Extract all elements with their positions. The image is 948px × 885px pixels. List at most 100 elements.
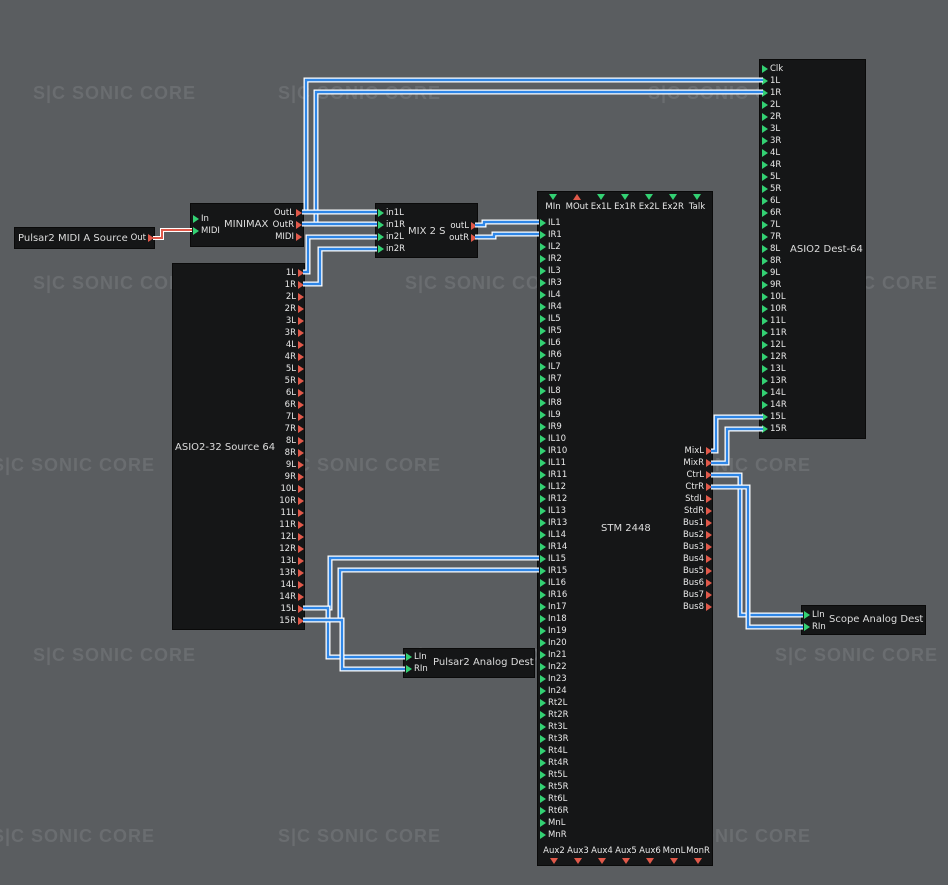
output-port-10r[interactable] [298,497,304,505]
input-port-4l[interactable] [762,149,768,157]
input-port-ir8[interactable] [540,399,546,407]
input-port-il10[interactable] [540,435,546,443]
output-port-5l[interactable] [298,365,304,373]
output-port-midi[interactable] [296,233,302,241]
output-port-5r[interactable] [298,377,304,385]
wire-stm-ctrr-scope-rin[interactable] [711,484,803,630]
input-port-ex2l[interactable] [645,194,653,200]
input-port-8l[interactable] [762,245,768,253]
input-port-2r[interactable] [762,113,768,121]
output-port-ctrr[interactable] [706,483,712,491]
input-port-6l[interactable] [762,197,768,205]
input-port-rt2l[interactable] [540,699,546,707]
input-port-min[interactable] [549,194,557,200]
output-port-9l[interactable] [298,461,304,469]
input-port-in24[interactable] [540,687,546,695]
input-port-il12[interactable] [540,483,546,491]
input-port-il15[interactable] [540,555,546,563]
output-port-7r[interactable] [298,425,304,433]
output-port-aux2[interactable] [550,858,558,864]
input-port-in18[interactable] [540,615,546,623]
input-port-il1[interactable] [540,219,546,227]
input-port-4r[interactable] [762,161,768,169]
output-port-outr[interactable] [471,234,477,242]
input-port-2l[interactable] [762,101,768,109]
output-port-monr[interactable] [694,858,702,864]
wire-asio-15l-pulsar-lin[interactable] [303,605,405,660]
input-port-midi[interactable] [193,227,199,235]
input-port-12r[interactable] [762,353,768,361]
input-port-3r[interactable] [762,137,768,145]
output-port-1l[interactable] [298,269,304,277]
input-port-15l[interactable] [762,413,768,421]
output-port-bus2[interactable] [706,531,712,539]
wire-asio-15l-stm-il15[interactable] [303,555,539,611]
output-port-aux4[interactable] [598,858,606,864]
input-port-in[interactable] [193,215,199,223]
output-port-bus4[interactable] [706,555,712,563]
input-port-12l[interactable] [762,341,768,349]
input-port-ir13[interactable] [540,519,546,527]
output-port-8l[interactable] [298,437,304,445]
input-port-ir14[interactable] [540,543,546,551]
output-port-11r[interactable] [298,521,304,529]
input-port-il9[interactable] [540,411,546,419]
input-port-ir6[interactable] [540,351,546,359]
input-port-il5[interactable] [540,315,546,323]
input-port-rt4l[interactable] [540,747,546,755]
output-port-6r[interactable] [298,401,304,409]
output-port-stdr[interactable] [706,507,712,515]
wire-asio-15r-stm-ir15[interactable] [303,567,539,623]
input-port-in22[interactable] [540,663,546,671]
output-port-aux6[interactable] [646,858,654,864]
module-asio2-32-source-64[interactable]: ASIO2-32 Source 64 1L 1R 2L 2R 3L 3R 4L 4R 5L 5R 6… [172,263,305,630]
input-port-ex1l[interactable] [597,194,605,200]
input-port-1l[interactable] [762,77,768,85]
wire-stm-mixl-asio-15l[interactable] [711,414,763,454]
input-port-13l[interactable] [762,365,768,373]
input-port-5l[interactable] [762,173,768,181]
input-port-il2[interactable] [540,243,546,251]
wire-mix-outl-stm-il1[interactable] [475,219,539,228]
input-port-3l[interactable] [762,125,768,133]
input-port-talk[interactable] [693,194,701,200]
output-port-4r[interactable] [298,353,304,361]
output-port-11l[interactable] [298,509,304,517]
input-port-rt5l[interactable] [540,771,546,779]
output-port-9r[interactable] [298,473,304,481]
module-minimax[interactable]: MINIMAX In MIDI OutL OutR MIDI [190,203,304,247]
input-port-ir7[interactable] [540,375,546,383]
output-port-12l[interactable] [298,533,304,541]
output-port-1r[interactable] [298,281,304,289]
wire-asio-15r-pulsar-rin[interactable] [303,617,405,672]
output-port-ctrl[interactable] [706,471,712,479]
output-port-bus6[interactable] [706,579,712,587]
input-port-ir12[interactable] [540,495,546,503]
input-port-mnr[interactable] [540,831,546,839]
input-port-10l[interactable] [762,293,768,301]
input-port-mnl[interactable] [540,819,546,827]
input-port-clk[interactable] [762,65,768,73]
output-port-6l[interactable] [298,389,304,397]
output-port-out[interactable] [148,234,154,242]
input-port-11l[interactable] [762,317,768,325]
input-port-il8[interactable] [540,387,546,395]
wire-midi-source-minimax-midi[interactable] [153,228,192,240]
input-port-ir11[interactable] [540,471,546,479]
input-port-11r[interactable] [762,329,768,337]
output-port-bus3[interactable] [706,543,712,551]
output-port-mixr[interactable] [706,459,712,467]
input-port-in23[interactable] [540,675,546,683]
output-port-10l[interactable] [298,485,304,493]
output-port-13l[interactable] [298,557,304,565]
wire-stm-ctrl-scope-lin[interactable] [711,472,803,618]
input-port-ir2[interactable] [540,255,546,263]
output-port-aux3[interactable] [574,858,582,864]
input-port-ir3[interactable] [540,279,546,287]
input-port-13r[interactable] [762,377,768,385]
output-port-bus8[interactable] [706,603,712,611]
module-asio2-dest-64[interactable]: ASIO2 Dest-64 Clk 1L 1R 2L 2R 3L 3R 4L 4R 5L 5R 6L 6… [759,59,866,439]
input-port-rt3l[interactable] [540,723,546,731]
output-port-14r[interactable] [298,593,304,601]
input-port-in2l[interactable] [378,233,384,241]
